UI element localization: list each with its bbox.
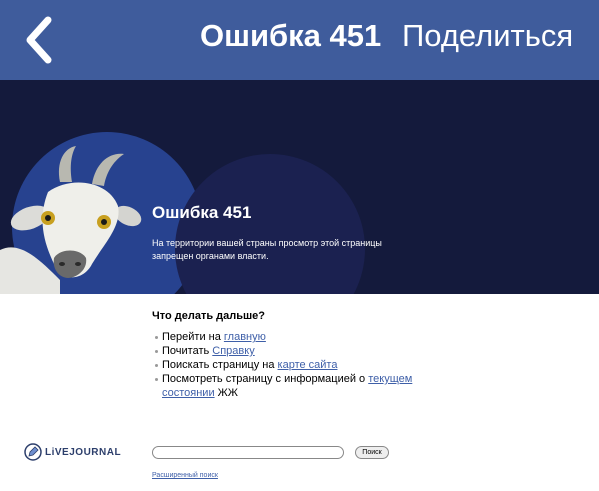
search-input[interactable] — [152, 446, 344, 459]
search-button[interactable]: Поиск — [355, 446, 389, 459]
back-button[interactable] — [18, 14, 62, 66]
error-description: На территории вашей страны просмотр этой… — [152, 238, 382, 261]
error-title: Ошибка 451 — [152, 203, 252, 222]
next-steps: Что делать дальше? Перейти на главную По… — [152, 310, 452, 400]
list-item: Поискать страницу на карте сайта — [152, 358, 452, 372]
goat-illustration — [0, 146, 142, 294]
sitemap-link[interactable]: карте сайта — [278, 359, 338, 371]
list-item: Перейти на главную — [152, 330, 452, 344]
list-item: Посмотреть страницу с информацией о теку… — [152, 372, 452, 400]
next-steps-heading: Что делать дальше? — [152, 310, 266, 322]
chevron-left-icon — [26, 16, 52, 64]
error-banner: Ошибка 451 На территории вашей страны пр… — [0, 80, 599, 294]
livejournal-pencil-icon — [24, 443, 42, 461]
banner-ring — [175, 154, 365, 294]
advanced-search-link[interactable]: Расширенный поиск — [152, 472, 218, 479]
logo-text: LiVEJOURNAL — [45, 446, 122, 458]
share-button[interactable]: Поделиться — [402, 18, 573, 54]
list-item: Почитать Справку — [152, 344, 452, 358]
livejournal-logo[interactable]: LiVEJOURNAL — [24, 441, 121, 463]
help-link[interactable]: Справку — [212, 345, 254, 357]
app-header: Ошибка 451 Поделиться — [0, 0, 599, 80]
page-title: Ошибка 451 — [200, 18, 382, 53]
home-link[interactable]: главную — [224, 331, 266, 343]
